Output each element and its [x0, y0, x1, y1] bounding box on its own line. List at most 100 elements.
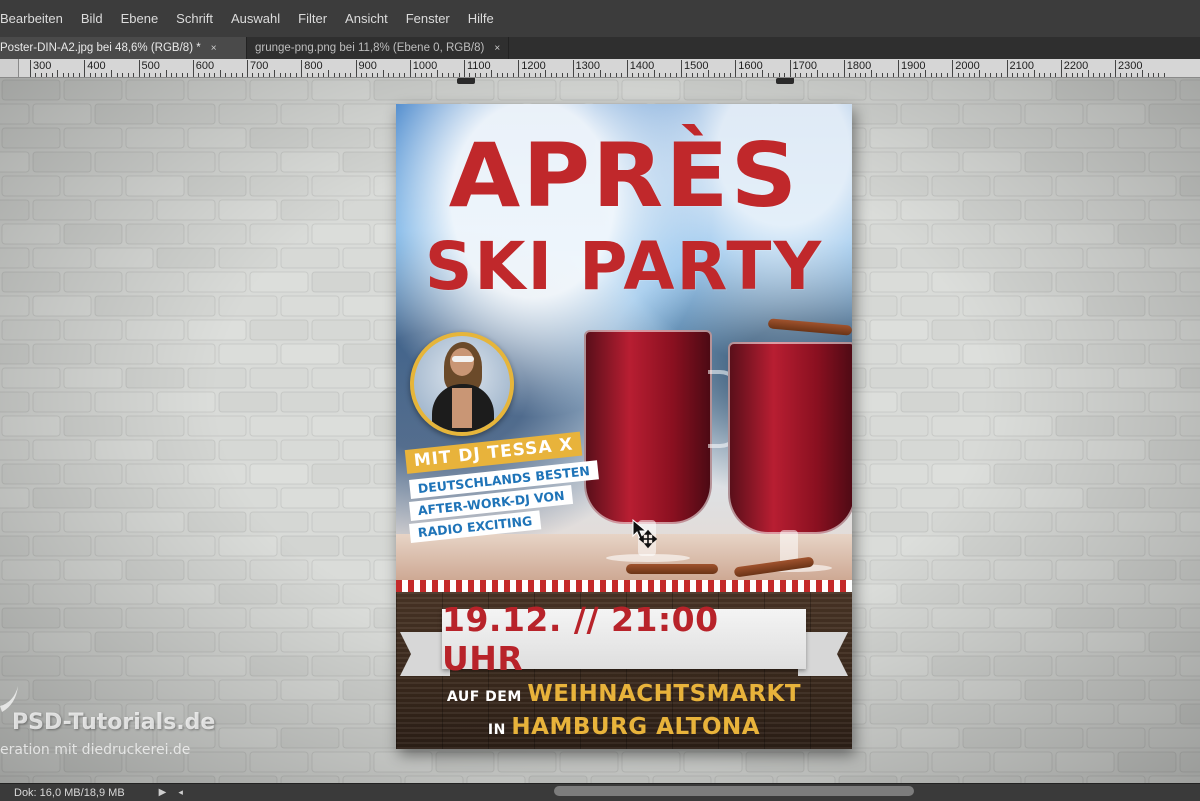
ruler-tick: [1049, 73, 1051, 77]
poster-title-line2: SKI PARTY: [424, 228, 824, 305]
brick: [497, 79, 557, 101]
ruler-tick: [892, 73, 894, 77]
ruler-tick: [436, 70, 438, 77]
ruler-tick: [963, 73, 965, 77]
brick: [1055, 319, 1115, 341]
brick: [1179, 751, 1200, 773]
ruler-tick: [236, 73, 238, 77]
horizontal-scrollbar[interactable]: [554, 786, 914, 796]
ruler-tick: [301, 60, 303, 77]
brick: [962, 535, 1022, 557]
brick: [869, 223, 929, 245]
brick: [218, 103, 278, 125]
brick: [1086, 487, 1146, 509]
brick: [1148, 631, 1200, 653]
brick: [125, 607, 185, 629]
ruler-tick: [713, 73, 715, 77]
tab-poster-din-a2[interactable]: Poster-DIN-A2.jpg bei 48,6% (RGB/8) * ×: [0, 37, 247, 59]
ruler-tick: [1120, 73, 1122, 77]
ruler-tick: [740, 73, 742, 77]
brick: [869, 607, 929, 629]
brick: [342, 679, 402, 701]
brick: [156, 535, 216, 557]
brick: [993, 271, 1053, 293]
brick: [1117, 463, 1177, 485]
ruler-tick: [827, 73, 829, 77]
ruler-tick: [561, 73, 563, 77]
brick: [94, 151, 154, 173]
brick: [869, 175, 929, 197]
brick: [621, 751, 681, 773]
brick: [187, 463, 247, 485]
brick: [218, 727, 278, 749]
play-arrow-icon[interactable]: ▶: [159, 787, 167, 798]
tab-grunge-png[interactable]: grunge-png.png bei 11,8% (Ebene 0, RGB/8…: [247, 37, 510, 59]
brick: [218, 391, 278, 413]
brick: [1148, 775, 1200, 783]
ruler-tick: [1044, 73, 1046, 77]
brick: [249, 271, 309, 293]
brick: [63, 607, 123, 629]
ruler-tick: [263, 73, 265, 77]
brick: [683, 751, 743, 773]
brick: [0, 295, 30, 317]
ruler-tick: [523, 73, 525, 77]
ruler-tick: [344, 73, 346, 77]
menu-item-hilfe[interactable]: Hilfe: [459, 0, 503, 37]
ruler-tick: [268, 73, 270, 77]
ruler-tick: [572, 60, 574, 77]
menu-item-ansicht[interactable]: Ansicht: [336, 0, 397, 37]
brick: [1117, 655, 1177, 677]
menu-item-fenster[interactable]: Fenster: [397, 0, 459, 37]
ruler-label: 700: [250, 60, 269, 72]
ruler-tick: [1115, 60, 1116, 77]
ruler-tick: [1098, 73, 1100, 77]
menu-item-ebene[interactable]: Ebene: [112, 0, 168, 37]
ruler-tick: [626, 60, 628, 77]
menu-item-filter[interactable]: Filter: [289, 0, 336, 37]
ruler-tick: [518, 60, 520, 77]
ruler-tick: [643, 73, 645, 77]
brick: [714, 775, 774, 783]
brick: [1179, 127, 1200, 149]
brick: [1179, 319, 1200, 341]
close-icon[interactable]: ×: [494, 43, 500, 54]
ruler-tick: [143, 73, 145, 77]
brick: [1086, 391, 1146, 413]
brick: [280, 631, 340, 653]
brick: [94, 631, 154, 653]
menu-item-auswahl[interactable]: Auswahl: [222, 0, 289, 37]
brick: [342, 103, 402, 125]
brick: [156, 103, 216, 125]
brick: [559, 751, 619, 773]
brick: [652, 775, 712, 783]
close-icon[interactable]: ×: [211, 43, 217, 54]
ruler-tick: [474, 73, 476, 77]
brick: [156, 679, 216, 701]
brick: [63, 511, 123, 533]
brick: [776, 775, 836, 783]
ruler-tick: [111, 70, 113, 77]
brick: [1117, 127, 1177, 149]
menu-item-schrift[interactable]: Schrift: [167, 0, 222, 37]
scroll-left-icon[interactable]: ◂: [178, 788, 183, 798]
brick: [125, 175, 185, 197]
brick: [993, 511, 1053, 533]
ruler-tick: [675, 73, 677, 77]
brick: [900, 343, 960, 365]
brick: [32, 439, 92, 461]
ruler-tick: [1109, 73, 1111, 77]
ruler-tick: [89, 73, 91, 77]
brick: [1055, 175, 1115, 197]
brick: [311, 751, 371, 773]
menu-item-bearbeiten[interactable]: Bearbeiten: [0, 0, 72, 37]
brick: [249, 79, 309, 101]
menu-item-bild[interactable]: Bild: [72, 0, 112, 37]
document-canvas[interactable]: APRÈS SKI PARTY MIT DJ TESSA X DEUTSCHLA…: [0, 78, 1200, 783]
brick: [125, 319, 185, 341]
ruler-tick: [870, 70, 872, 77]
brick: [187, 223, 247, 245]
horizontal-ruler[interactable]: 300 400 500 600 700 800 900 1000 1100 1200 1300 140…: [0, 59, 1200, 78]
brick: [280, 391, 340, 413]
brick: [1024, 391, 1084, 413]
